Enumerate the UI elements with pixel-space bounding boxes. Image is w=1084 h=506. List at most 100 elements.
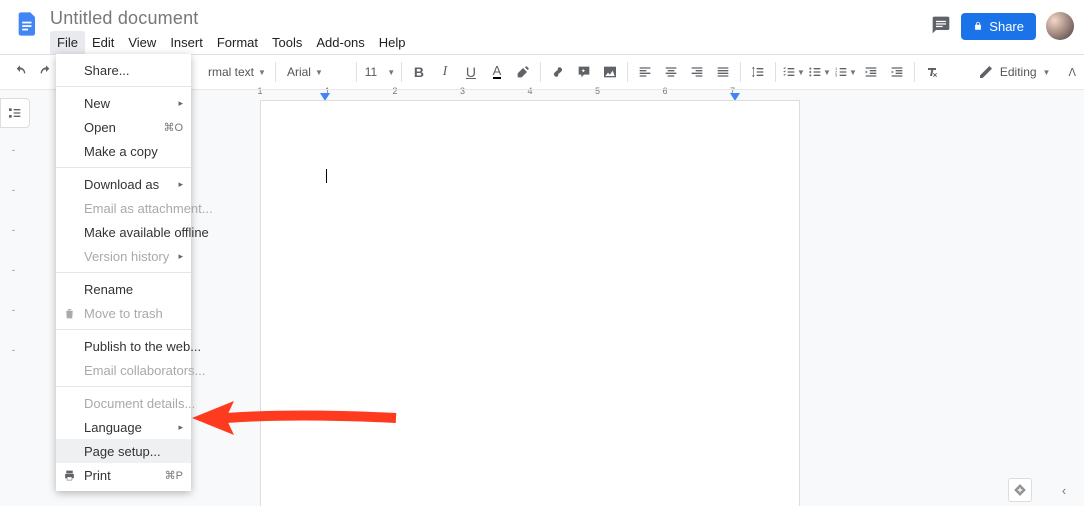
- submenu-arrow-icon: ▸: [178, 98, 183, 109]
- comments-icon[interactable]: [931, 15, 951, 38]
- menu-document-details: Document details...: [56, 391, 191, 415]
- menu-addons[interactable]: Add-ons: [309, 31, 371, 54]
- italic-button[interactable]: I: [433, 59, 457, 85]
- menu-insert[interactable]: Insert: [163, 31, 210, 54]
- side-panel-toggle[interactable]: ‹: [1054, 480, 1074, 500]
- menu-move-to-trash: Move to trash: [56, 301, 191, 325]
- title-area: Untitled document File Edit View Insert …: [46, 6, 931, 54]
- menu-download-as[interactable]: Download as ▸: [56, 172, 191, 196]
- dropdown-separator: [56, 386, 191, 387]
- menu-view[interactable]: View: [121, 31, 163, 54]
- collapse-icon[interactable]: ᐱ: [1068, 66, 1076, 79]
- line-spacing-button[interactable]: [746, 59, 770, 85]
- menu-version-history: Version history ▸: [56, 244, 191, 268]
- indent-decrease-button[interactable]: [859, 59, 883, 85]
- undo-button[interactable]: [8, 59, 32, 85]
- highlight-button[interactable]: [511, 59, 535, 85]
- vertical-ruler: - - - - - - -: [10, 90, 26, 506]
- plus-diamond-icon: [1013, 483, 1027, 497]
- align-left-button[interactable]: [633, 59, 657, 85]
- document-page[interactable]: [260, 100, 800, 506]
- style-select[interactable]: rmal text▼: [202, 60, 270, 84]
- menubar: File Edit View Insert Format Tools Add-o…: [50, 31, 931, 54]
- bullet-list-button[interactable]: ▼: [807, 59, 831, 85]
- dropdown-separator: [56, 329, 191, 330]
- submenu-arrow-icon: ▸: [178, 251, 183, 262]
- menu-tools[interactable]: Tools: [265, 31, 309, 54]
- explore-button[interactable]: [1008, 478, 1032, 502]
- menu-item-label: Version history: [84, 249, 169, 264]
- chevron-down-icon: ▼: [258, 68, 266, 77]
- header-right: Share: [931, 6, 1074, 40]
- checklist-button[interactable]: ▼: [781, 59, 805, 85]
- chevron-down-icon: ▼: [849, 68, 857, 77]
- menu-help[interactable]: Help: [372, 31, 413, 54]
- align-center-button[interactable]: [659, 59, 683, 85]
- editing-label: Editing: [1000, 65, 1037, 79]
- fontsize-select[interactable]: 11▼: [362, 60, 396, 84]
- document-title[interactable]: Untitled document: [50, 8, 931, 29]
- font-select[interactable]: Arial▼: [281, 60, 351, 84]
- toolbar-separator: [775, 62, 776, 82]
- menu-share[interactable]: Share...: [56, 58, 191, 82]
- menu-format[interactable]: Format: [210, 31, 265, 54]
- image-button[interactable]: [598, 59, 622, 85]
- text-color-button[interactable]: A: [485, 59, 509, 85]
- left-strip: [0, 98, 30, 128]
- menu-open[interactable]: Open⌘O: [56, 115, 191, 139]
- menu-language[interactable]: Language▸: [56, 415, 191, 439]
- dropdown-separator: [56, 167, 191, 168]
- toolbar-separator: [914, 62, 915, 82]
- chevron-down-icon: ▼: [387, 68, 395, 77]
- avatar[interactable]: [1046, 12, 1074, 40]
- menu-page-setup[interactable]: Page setup...: [56, 439, 191, 463]
- menu-item-label: Language: [84, 420, 142, 435]
- bold-button[interactable]: B: [407, 59, 431, 85]
- menu-publish-to-the-web[interactable]: Publish to the web...: [56, 334, 191, 358]
- underline-button[interactable]: U: [459, 59, 483, 85]
- menu-item-label: Make available offline: [84, 225, 209, 240]
- menu-make-available-offline[interactable]: Make available offline: [56, 220, 191, 244]
- outline-icon: [7, 105, 23, 121]
- chevron-down-icon: ▼: [797, 68, 805, 77]
- file-dropdown: Share... New ▸ Open⌘O Make a copy Download as…: [56, 54, 191, 491]
- link-button[interactable]: [546, 59, 570, 85]
- submenu-arrow-icon: ▸: [178, 179, 183, 190]
- numbered-list-button[interactable]: 123▼: [833, 59, 857, 85]
- chevron-down-icon: ▼: [823, 68, 831, 77]
- menu-file[interactable]: File: [50, 31, 85, 54]
- indent-increase-button[interactable]: [885, 59, 909, 85]
- menu-new[interactable]: New ▸: [56, 91, 191, 115]
- comment-button[interactable]: [572, 59, 596, 85]
- clear-format-button[interactable]: [920, 59, 944, 85]
- toolbar-separator: [627, 62, 628, 82]
- menu-item-label: Share...: [84, 63, 130, 78]
- menu-rename[interactable]: Rename: [56, 277, 191, 301]
- menu-item-label: Make a copy: [84, 144, 158, 159]
- trash-icon: [62, 306, 76, 320]
- menu-item-label: Rename: [84, 282, 133, 297]
- menu-item-label: Document details...: [84, 396, 195, 411]
- outline-toggle[interactable]: [0, 98, 30, 128]
- toolbar-separator: [740, 62, 741, 82]
- menu-item-label: Publish to the web...: [84, 339, 201, 354]
- menu-make-a-copy[interactable]: Make a copy: [56, 139, 191, 163]
- menu-item-label: Move to trash: [84, 306, 163, 321]
- chevron-down-icon: ▼: [315, 68, 323, 77]
- toolbar-separator: [401, 62, 402, 82]
- align-right-button[interactable]: [685, 59, 709, 85]
- editing-mode[interactable]: Editing ▼: [978, 64, 1051, 80]
- align-justify-button[interactable]: [711, 59, 735, 85]
- menu-item-label: Download as: [84, 177, 159, 192]
- menu-item-label: Email as attachment...: [84, 201, 213, 216]
- menu-print[interactable]: Print⌘P: [56, 463, 191, 487]
- svg-text:3: 3: [835, 73, 838, 78]
- menu-edit[interactable]: Edit: [85, 31, 121, 54]
- share-button[interactable]: Share: [961, 13, 1036, 40]
- menu-item-label: New: [84, 96, 110, 111]
- shortcut-label: ⌘O: [163, 121, 183, 134]
- dropdown-separator: [56, 272, 191, 273]
- dropdown-separator: [56, 86, 191, 87]
- redo-button[interactable]: [34, 59, 58, 85]
- docs-logo[interactable]: [10, 6, 46, 42]
